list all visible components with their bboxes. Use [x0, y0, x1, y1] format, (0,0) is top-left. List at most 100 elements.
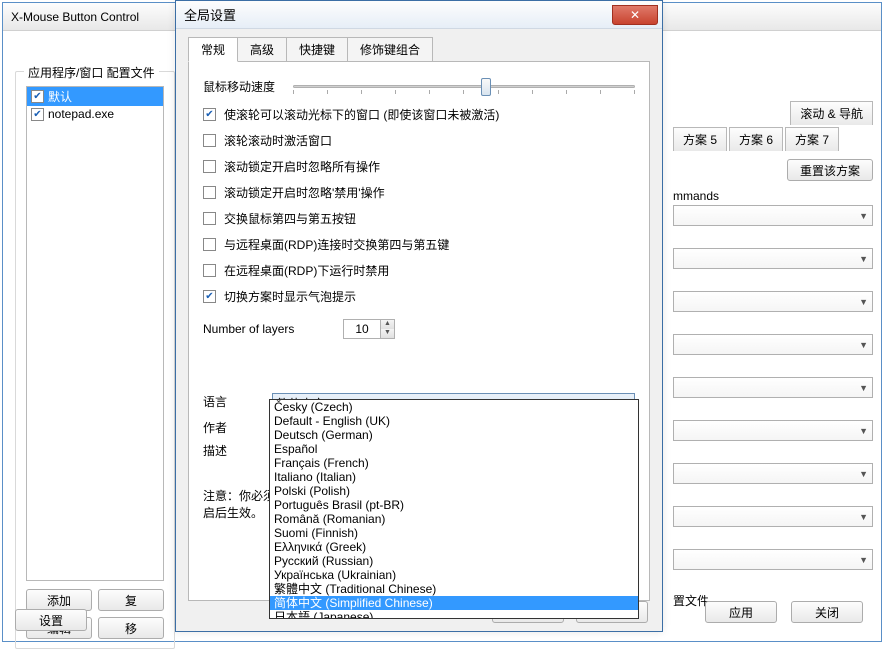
- dialog-tab[interactable]: 高级: [237, 37, 287, 62]
- close-icon[interactable]: ✕: [612, 5, 658, 25]
- language-option[interactable]: Polski (Polish): [270, 484, 638, 498]
- language-option[interactable]: Ελληνικά (Greek): [270, 540, 638, 554]
- slider-thumb[interactable]: [481, 78, 491, 96]
- settings-button[interactable]: 设置: [15, 609, 87, 631]
- checkbox[interactable]: [203, 212, 216, 225]
- mouse-speed-slider[interactable]: [293, 76, 635, 96]
- layers-label: Number of layers: [203, 322, 333, 336]
- language-option[interactable]: 日本語 (Japanese): [270, 610, 638, 619]
- main-title: X-Mouse Button Control: [11, 10, 139, 24]
- chevron-down-icon: ▼: [859, 512, 868, 522]
- command-combo-3[interactable]: ▼: [673, 291, 873, 312]
- checkbox[interactable]: [203, 290, 216, 303]
- checkbox-row: 滚动锁定开启时忽略'禁用'操作: [203, 184, 635, 201]
- dialog-title: 全局设置: [184, 5, 236, 24]
- remove-button[interactable]: 移: [98, 617, 164, 639]
- chevron-down-icon: ▼: [859, 340, 868, 350]
- dialog-tab[interactable]: 常规: [188, 37, 238, 62]
- chevron-down-icon: ▼: [859, 211, 868, 221]
- main-close-button[interactable]: 关闭: [791, 601, 863, 623]
- checkbox-row: 切换方案时显示气泡提示: [203, 288, 635, 305]
- language-option[interactable]: Русский (Russian): [270, 554, 638, 568]
- chevron-down-icon: ▼: [859, 254, 868, 264]
- language-option[interactable]: 繁體中文 (Traditional Chinese): [270, 582, 638, 596]
- checkbox-label: 交换鼠标第四与第五按钮: [224, 210, 356, 227]
- chevron-down-icon: ▼: [859, 383, 868, 393]
- reset-plan-button[interactable]: 重置该方案: [787, 159, 873, 181]
- chevron-down-icon: ▼: [859, 297, 868, 307]
- checkbox-row: 使滚轮可以滚动光标下的窗口 (即使该窗口未被激活): [203, 106, 635, 123]
- checkbox-label: 滚动锁定开启时忽略'禁用'操作: [224, 184, 385, 201]
- commands-label: mmands: [673, 189, 873, 203]
- apply-button[interactable]: 应用: [705, 601, 777, 623]
- chevron-down-icon: ▼: [859, 555, 868, 565]
- language-option[interactable]: Español: [270, 442, 638, 456]
- checkbox[interactable]: [203, 186, 216, 199]
- command-combo-7[interactable]: ▼: [673, 463, 873, 484]
- command-combo-9[interactable]: ▼: [673, 549, 873, 570]
- language-option[interactable]: Italiano (Italian): [270, 470, 638, 484]
- language-label: 语言: [203, 393, 272, 413]
- language-option[interactable]: Default - English (UK): [270, 414, 638, 428]
- dialog-titlebar[interactable]: 全局设置 ✕: [176, 1, 662, 29]
- language-option[interactable]: 简体中文 (Simplified Chinese): [270, 596, 638, 610]
- checkbox-row: 滚动锁定开启时忽略所有操作: [203, 158, 635, 175]
- checkbox-row: 滚轮滚动时激活窗口: [203, 132, 635, 149]
- note-line2: 启后生效。: [203, 506, 263, 520]
- command-combo-5[interactable]: ▼: [673, 377, 873, 398]
- mouse-speed-label: 鼠标移动速度: [203, 78, 283, 95]
- profile-item[interactable]: 默认: [27, 87, 163, 106]
- checkbox-row: 与远程桌面(RDP)连接时交换第四与第五键: [203, 236, 635, 253]
- command-combo-2[interactable]: ▼: [673, 248, 873, 269]
- profile-list[interactable]: 默认 notepad.exe: [26, 86, 164, 581]
- checkbox[interactable]: [203, 238, 216, 251]
- checkbox-label: 与远程桌面(RDP)连接时交换第四与第五键: [224, 236, 449, 253]
- language-option[interactable]: Română (Romanian): [270, 512, 638, 526]
- copy-button[interactable]: 复: [98, 589, 164, 611]
- checkbox-row: 交换鼠标第四与第五按钮: [203, 210, 635, 227]
- description-label: 描述: [203, 442, 273, 459]
- language-option[interactable]: Português Brasil (pt-BR): [270, 498, 638, 512]
- checkbox-label: 切换方案时显示气泡提示: [224, 288, 356, 305]
- language-option[interactable]: Українська (Ukrainian): [270, 568, 638, 582]
- language-dropdown-list[interactable]: Česky (Czech)Default - English (UK)Deuts…: [269, 399, 639, 619]
- checkbox-label: 滚动锁定开启时忽略所有操作: [224, 158, 380, 175]
- scroll-nav-tab[interactable]: 滚动 & 导航: [790, 101, 873, 125]
- dialog-tab[interactable]: 快捷键: [286, 37, 348, 62]
- plan-tab[interactable]: 方案 5: [673, 127, 727, 151]
- language-option[interactable]: Français (French): [270, 456, 638, 470]
- layers-spinner[interactable]: ▲ ▼: [343, 319, 395, 339]
- dialog-tab[interactable]: 修饰键组合: [347, 37, 433, 62]
- profile-name: 默认: [48, 88, 72, 105]
- profile-group-title: 应用程序/窗口 配置文件: [24, 64, 159, 81]
- command-combo-4[interactable]: ▼: [673, 334, 873, 355]
- profile-checkbox[interactable]: [31, 90, 44, 103]
- author-label: 作者: [203, 419, 273, 436]
- profile-checkbox[interactable]: [31, 108, 44, 121]
- checkbox-label: 在远程桌面(RDP)下运行时禁用: [224, 262, 389, 279]
- checkbox[interactable]: [203, 134, 216, 147]
- chevron-down-icon: ▼: [859, 426, 868, 436]
- command-combo-1[interactable]: ▼: [673, 205, 873, 226]
- language-option[interactable]: Deutsch (German): [270, 428, 638, 442]
- plan-tab[interactable]: 方案 6: [729, 127, 783, 151]
- profile-name: notepad.exe: [48, 107, 114, 121]
- command-combo-6[interactable]: ▼: [673, 420, 873, 441]
- checkbox[interactable]: [203, 108, 216, 121]
- checkbox-label: 使滚轮可以滚动光标下的窗口 (即使该窗口未被激活): [224, 106, 499, 123]
- spin-down-icon[interactable]: ▼: [380, 329, 394, 338]
- add-button[interactable]: 添加: [26, 589, 92, 611]
- spin-up-icon[interactable]: ▲: [380, 320, 394, 329]
- checkbox-label: 滚轮滚动时激活窗口: [224, 132, 332, 149]
- layers-input[interactable]: [344, 320, 380, 338]
- command-combo-8[interactable]: ▼: [673, 506, 873, 527]
- language-option[interactable]: Česky (Czech): [270, 400, 638, 414]
- checkbox[interactable]: [203, 160, 216, 173]
- profile-item[interactable]: notepad.exe: [27, 106, 163, 122]
- checkbox-row: 在远程桌面(RDP)下运行时禁用: [203, 262, 635, 279]
- profile-groupbox: 应用程序/窗口 配置文件 默认notepad.exe 添加 复 编辑 移: [15, 71, 175, 649]
- plan-tab[interactable]: 方案 7: [785, 127, 839, 151]
- chevron-down-icon: ▼: [859, 469, 868, 479]
- checkbox[interactable]: [203, 264, 216, 277]
- language-option[interactable]: Suomi (Finnish): [270, 526, 638, 540]
